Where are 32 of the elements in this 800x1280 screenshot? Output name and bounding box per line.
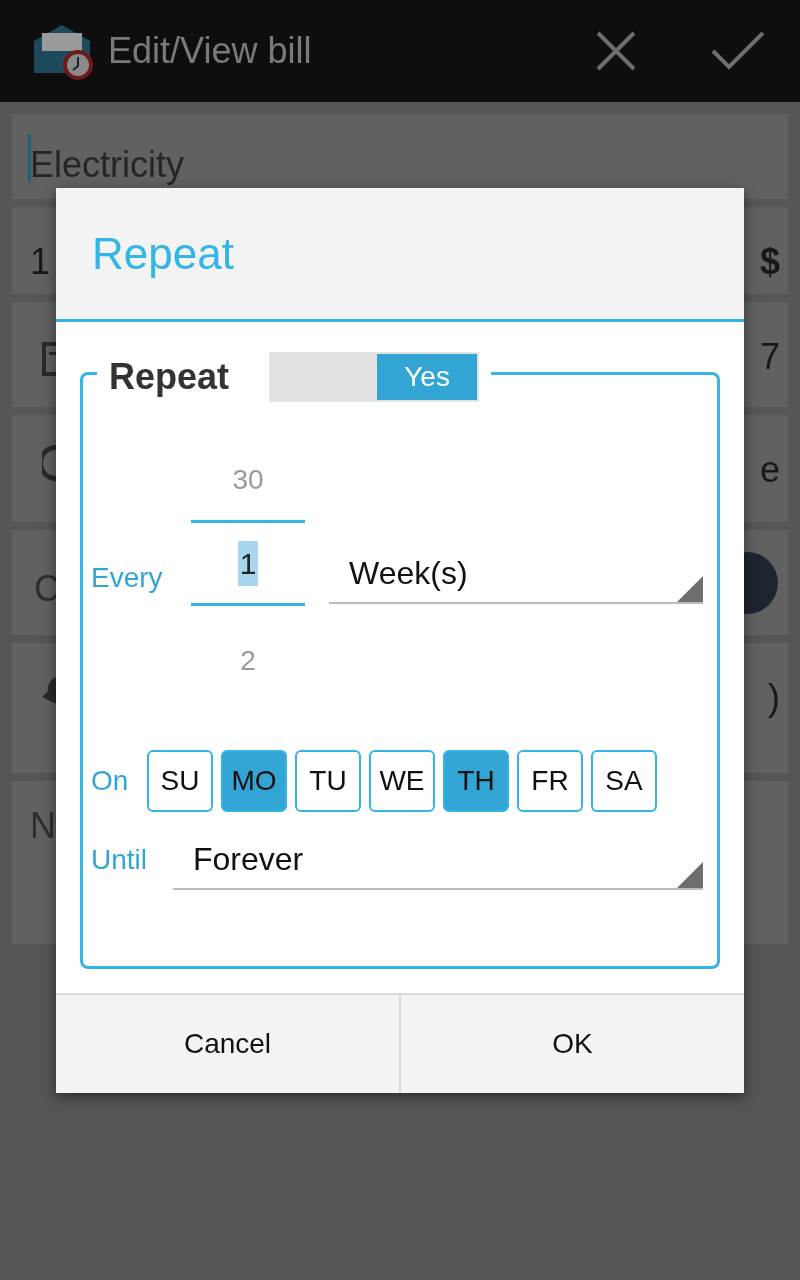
day-toggle[interactable]: TU	[295, 750, 361, 812]
check-icon	[711, 31, 765, 71]
unit-dropdown[interactable]: Week(s)	[329, 544, 703, 604]
number-picker-field[interactable]: 1	[191, 520, 305, 606]
day-toggle[interactable]: TH	[443, 750, 509, 812]
ok-button[interactable]: OK	[399, 995, 744, 1093]
close-icon	[595, 30, 637, 72]
row-value: $	[759, 240, 780, 284]
on-label: On	[90, 764, 130, 798]
every-label: Every	[90, 561, 164, 595]
clock-icon	[42, 445, 56, 481]
repeat-label: Repeat	[109, 355, 230, 399]
document-icon	[42, 342, 56, 376]
cancel-button[interactable]: Cancel	[56, 995, 399, 1093]
screen-title: Edit/View bill	[108, 29, 312, 73]
row-text: 1	[30, 240, 51, 284]
day-toggle[interactable]: SA	[591, 750, 657, 812]
row-value: 7	[759, 335, 780, 379]
dialog-title: Repeat	[92, 227, 234, 280]
row-text: Electricity	[30, 143, 185, 187]
day-toggle[interactable]: FR	[517, 750, 583, 812]
day-toggle[interactable]: MO	[221, 750, 287, 812]
text-cursor	[28, 134, 31, 182]
until-dropdown[interactable]: Forever	[173, 830, 703, 890]
picker-selected-value: 1	[237, 540, 259, 586]
day-toggle[interactable]: SU	[147, 750, 213, 812]
dropdown-corner-icon	[677, 576, 703, 602]
row-value: )	[768, 676, 780, 720]
day-toggle[interactable]: WE	[369, 750, 435, 812]
dropdown-corner-icon	[677, 862, 703, 888]
until-label: Until	[90, 843, 148, 877]
row-value: e	[759, 448, 780, 492]
